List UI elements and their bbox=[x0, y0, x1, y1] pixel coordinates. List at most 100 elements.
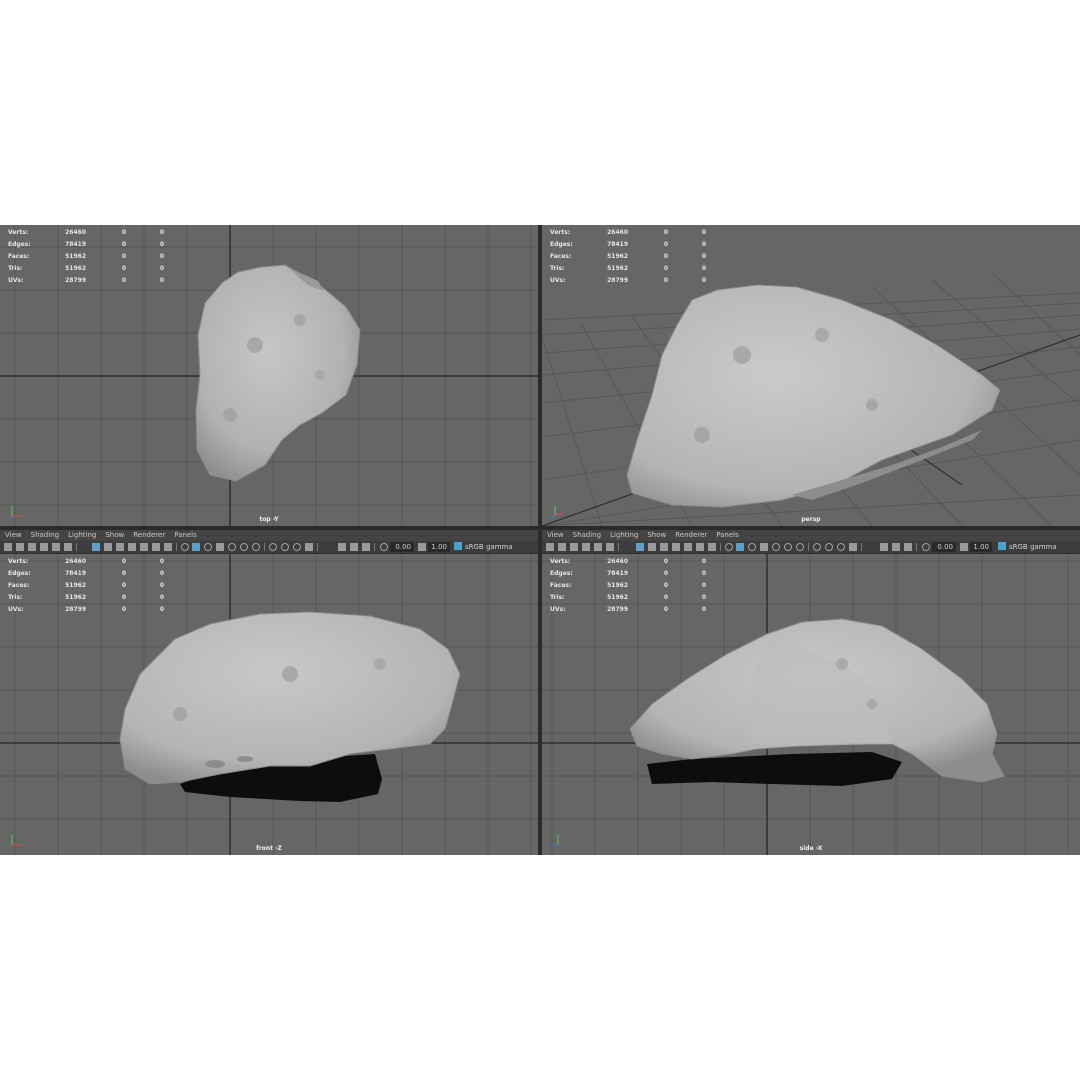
menu-lighting[interactable]: Lighting bbox=[610, 531, 638, 539]
grid-toggle-icon[interactable] bbox=[92, 543, 100, 551]
light-bulb-icon[interactable] bbox=[784, 543, 792, 551]
grid-toggle-icon[interactable] bbox=[636, 543, 644, 551]
gamma-field[interactable]: 1.00 bbox=[428, 542, 450, 552]
shadows-icon[interactable] bbox=[252, 543, 260, 551]
light-bulb-icon[interactable] bbox=[240, 543, 248, 551]
camera-attributes-icon[interactable] bbox=[16, 543, 24, 551]
safe-action-icon[interactable] bbox=[152, 543, 160, 551]
smooth-shade-icon[interactable] bbox=[192, 543, 200, 551]
anti-aliasing-icon[interactable] bbox=[293, 543, 301, 551]
toolbar-separator bbox=[916, 543, 917, 551]
menu-lighting[interactable]: Lighting bbox=[68, 531, 96, 539]
xray-joints-icon[interactable] bbox=[362, 543, 370, 551]
hud-row-edges: Edges: 78419 0 0 bbox=[8, 241, 164, 248]
film-gate-icon[interactable] bbox=[104, 543, 112, 551]
safe-title-icon[interactable] bbox=[164, 543, 172, 551]
smooth-shade-icon[interactable] bbox=[736, 543, 744, 551]
screen-space-ao-icon[interactable] bbox=[269, 543, 277, 551]
camera-attributes-icon[interactable] bbox=[558, 543, 566, 551]
exposure-icon[interactable] bbox=[380, 543, 388, 551]
grease-pencil-icon[interactable] bbox=[64, 543, 72, 551]
toolbar-separator bbox=[861, 543, 862, 551]
menu-view[interactable]: View bbox=[5, 531, 22, 539]
color-space-selector[interactable]: sRGB gamma bbox=[454, 542, 513, 552]
camera-select-icon[interactable] bbox=[546, 543, 554, 551]
bookmark-icon[interactable] bbox=[28, 543, 36, 551]
menu-panels[interactable]: Panels bbox=[716, 531, 739, 539]
image-plane-icon[interactable] bbox=[582, 543, 590, 551]
gamma-field[interactable]: 1.00 bbox=[970, 542, 992, 552]
menu-renderer[interactable]: Renderer bbox=[675, 531, 707, 539]
color-management-icon bbox=[454, 542, 462, 550]
bookmark-icon[interactable] bbox=[570, 543, 578, 551]
exposure-icon[interactable] bbox=[922, 543, 930, 551]
menu-shading[interactable]: Shading bbox=[31, 531, 59, 539]
grease-pencil-icon[interactable] bbox=[606, 543, 614, 551]
use-all-lights-icon[interactable] bbox=[772, 543, 780, 551]
viewport-side[interactable]: Verts: 26460 0 0 Edges: 78419 0 0 Faces: 51962 0… bbox=[542, 554, 1080, 855]
motion-blur-icon[interactable] bbox=[281, 543, 289, 551]
panel-persp-view[interactable]: Verts: 26460 0 0 Edges: 78419 0 0 Faces: 51962 0… bbox=[542, 225, 1080, 526]
panel-menu-bar: View Shading Lighting Show Renderer Panels bbox=[542, 530, 1080, 541]
xray-icon[interactable] bbox=[892, 543, 900, 551]
gate-mask-icon[interactable] bbox=[128, 543, 136, 551]
field-chart-icon[interactable] bbox=[140, 543, 148, 551]
hud-row-uvs: UVs: 28799 0 0 bbox=[550, 277, 706, 284]
menu-shading[interactable]: Shading bbox=[573, 531, 601, 539]
resolution-gate-icon[interactable] bbox=[116, 543, 124, 551]
screen-space-ao-icon[interactable] bbox=[813, 543, 821, 551]
toolbar-separator bbox=[618, 543, 619, 551]
two-d-pan-icon[interactable] bbox=[52, 543, 60, 551]
hud-row-tris: Tris: 51962 0 0 bbox=[550, 594, 706, 601]
menu-renderer[interactable]: Renderer bbox=[133, 531, 165, 539]
motion-blur-icon[interactable] bbox=[825, 543, 833, 551]
menu-show[interactable]: Show bbox=[647, 531, 666, 539]
isolate-select-icon[interactable] bbox=[880, 543, 888, 551]
rock-mesh-top bbox=[195, 264, 361, 482]
image-plane-icon[interactable] bbox=[40, 543, 48, 551]
textured-icon[interactable] bbox=[760, 543, 768, 551]
xray-icon[interactable] bbox=[350, 543, 358, 551]
viewport-top[interactable]: Verts: 26460 0 0 Edges: 78419 0 0 Faces: 51962 0… bbox=[0, 225, 538, 526]
panel-top-view[interactable]: Verts: 26460 0 0 Edges: 78419 0 0 Faces: 51962 0… bbox=[0, 225, 538, 526]
poly-count-hud: Verts: 26460 0 0 Edges: 78419 0 0 Faces: 51962 0… bbox=[8, 556, 164, 616]
toolbar-separator bbox=[264, 543, 265, 551]
panel-side-view[interactable]: View Shading Lighting Show Renderer Panels bbox=[542, 530, 1080, 855]
textured-icon[interactable] bbox=[216, 543, 224, 551]
xray-joints-icon[interactable] bbox=[904, 543, 912, 551]
toolbar-separator bbox=[176, 543, 177, 551]
camera-label: front -Z bbox=[256, 845, 282, 852]
menu-view[interactable]: View bbox=[547, 531, 564, 539]
maya-four-view-layout: Verts: 26460 0 0 Edges: 78419 0 0 Faces: 51962 0… bbox=[0, 225, 1080, 855]
safe-action-icon[interactable] bbox=[696, 543, 704, 551]
exposure-field[interactable]: 0.00 bbox=[932, 542, 956, 552]
color-space-selector[interactable]: sRGB gamma bbox=[998, 542, 1057, 552]
hud-row-edges: Edges: 78419 0 0 bbox=[8, 570, 164, 577]
default-material-icon[interactable] bbox=[204, 543, 212, 551]
shadows-icon[interactable] bbox=[796, 543, 804, 551]
viewport-front[interactable]: Verts: 26460 0 0 Edges: 78419 0 0 Faces: 51962 0… bbox=[0, 554, 538, 855]
resolution-gate-icon[interactable] bbox=[660, 543, 668, 551]
anti-aliasing-icon[interactable] bbox=[837, 543, 845, 551]
depth-of-field-icon[interactable] bbox=[849, 543, 857, 551]
viewport-persp[interactable]: Verts: 26460 0 0 Edges: 78419 0 0 Faces: 51962 0… bbox=[542, 225, 1080, 526]
gamma-icon[interactable] bbox=[960, 543, 968, 551]
exposure-field[interactable]: 0.00 bbox=[390, 542, 414, 552]
isolate-select-icon[interactable] bbox=[338, 543, 346, 551]
panel-front-view[interactable]: View Shading Lighting Show Renderer Panels bbox=[0, 530, 538, 855]
depth-of-field-icon[interactable] bbox=[305, 543, 313, 551]
safe-title-icon[interactable] bbox=[708, 543, 716, 551]
two-d-pan-icon[interactable] bbox=[594, 543, 602, 551]
menu-show[interactable]: Show bbox=[105, 531, 124, 539]
use-all-lights-icon[interactable] bbox=[228, 543, 236, 551]
wireframe-icon[interactable] bbox=[181, 543, 189, 551]
film-gate-icon[interactable] bbox=[648, 543, 656, 551]
gamma-icon[interactable] bbox=[418, 543, 426, 551]
camera-select-icon[interactable] bbox=[4, 543, 12, 551]
menu-panels[interactable]: Panels bbox=[174, 531, 197, 539]
field-chart-icon[interactable] bbox=[684, 543, 692, 551]
gate-mask-icon[interactable] bbox=[672, 543, 680, 551]
camera-label: top -Y bbox=[259, 516, 279, 523]
default-material-icon[interactable] bbox=[748, 543, 756, 551]
wireframe-icon[interactable] bbox=[725, 543, 733, 551]
